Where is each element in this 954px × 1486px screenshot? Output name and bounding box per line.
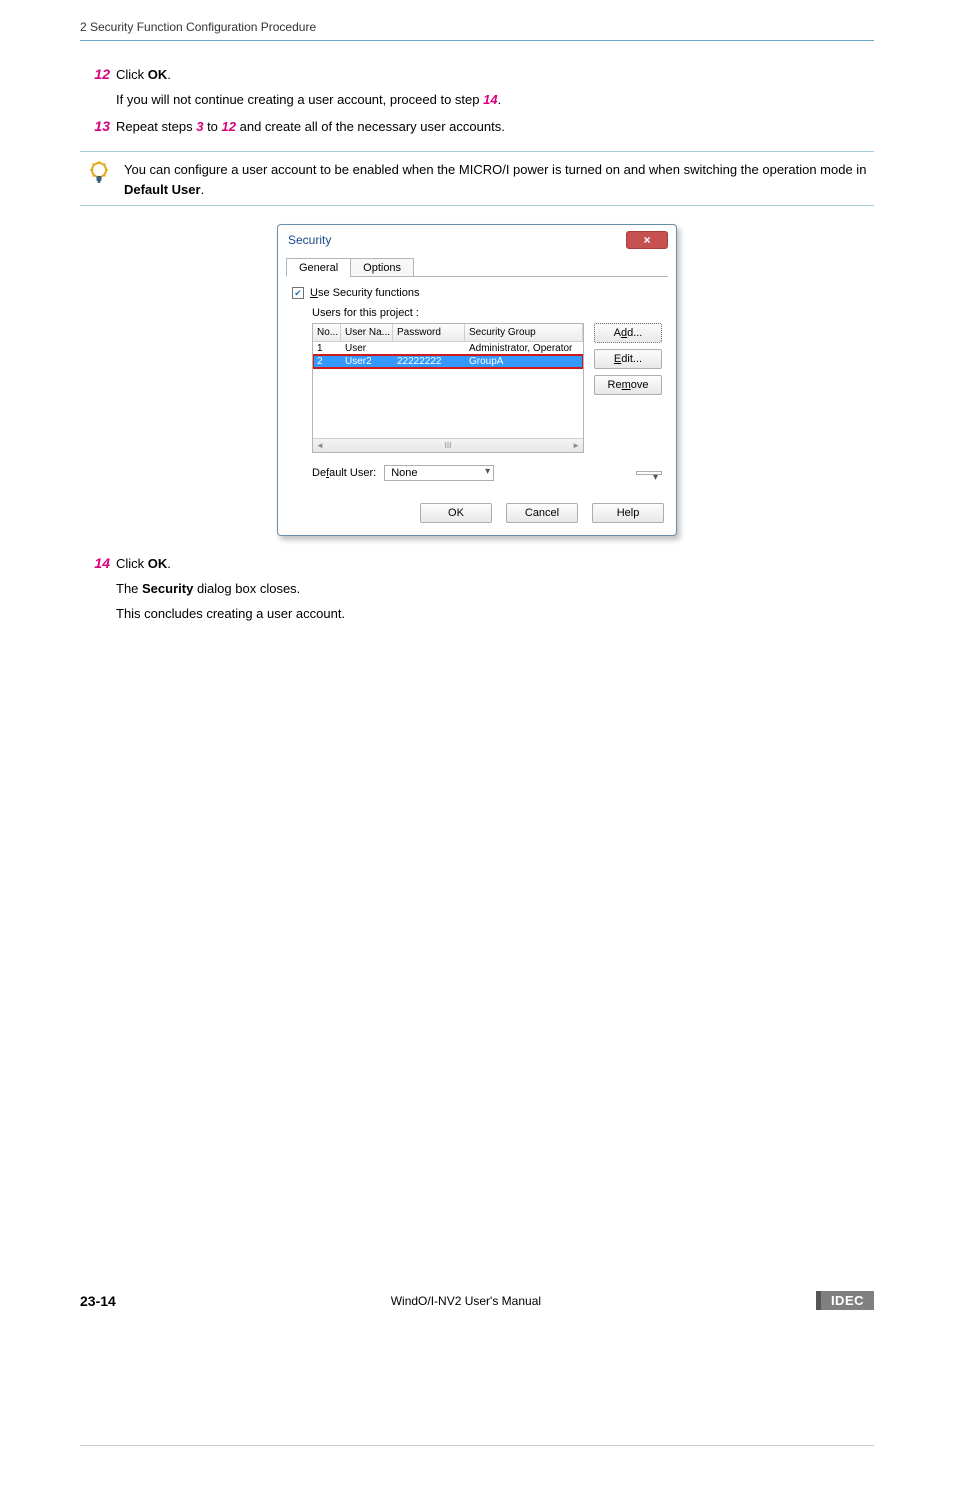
step-subtext-bold: Security — [142, 581, 193, 596]
dialog-title: Security — [288, 233, 331, 247]
col-no[interactable]: No... — [313, 324, 341, 341]
tab-general[interactable]: General — [286, 258, 351, 277]
tip-box: You can configure a user account to be e… — [80, 151, 874, 206]
edit-button[interactable]: Edit... — [594, 349, 662, 369]
help-button[interactable]: Help — [592, 503, 664, 523]
tip-text-bold: Default User — [124, 182, 201, 197]
step-13: 13 Repeat steps 3 to 12 and create all o… — [80, 117, 874, 138]
scroll-right-icon[interactable]: ► — [572, 441, 580, 450]
table-row-selected[interactable]: 2 User2 22222222 GroupA — [313, 355, 583, 368]
step-text: and create all of the necessary user acc… — [236, 119, 505, 134]
step-number: 13 — [80, 118, 110, 134]
lightbulb-icon — [86, 158, 112, 188]
page-number: 23-14 — [80, 1293, 116, 1309]
step-link[interactable]: 12 — [222, 119, 236, 134]
col-pass[interactable]: Password — [393, 324, 465, 341]
step-subtext: dialog box closes. — [193, 581, 300, 596]
manual-title: WindO/I-NV2 User's Manual — [391, 1294, 541, 1308]
step-14: 14 Click OK. The Security dialog box clo… — [80, 554, 874, 624]
tab-strip: General Options — [286, 257, 668, 277]
remove-button[interactable]: Remove — [594, 375, 662, 395]
users-list[interactable]: No... User Na... Password Security Group… — [312, 323, 584, 453]
step-subtext: . — [498, 92, 502, 107]
default-user-select[interactable]: None — [384, 465, 494, 481]
step-text-bold: OK — [148, 556, 168, 571]
scroll-left-icon[interactable]: ◄ — [316, 441, 324, 450]
scroll-thumb[interactable]: III — [445, 441, 452, 450]
step-number: 14 — [80, 555, 110, 571]
section-header: 2 Security Function Configuration Proced… — [80, 0, 874, 41]
col-user[interactable]: User Na... — [341, 324, 393, 341]
step-text: Click — [116, 556, 148, 571]
step-text: . — [167, 556, 171, 571]
table-row[interactable]: 1 User Administrator, Operator — [313, 342, 583, 355]
step-text: to — [203, 119, 221, 134]
step-subtext: If you will not continue creating a user… — [116, 92, 483, 107]
step-text: Click — [116, 67, 148, 82]
security-dialog: Security × General Options Use Security … — [277, 224, 677, 536]
use-security-checkbox[interactable] — [292, 287, 304, 299]
step-link[interactable]: 14 — [483, 92, 497, 107]
ok-button[interactable]: OK — [420, 503, 492, 523]
horizontal-scrollbar[interactable]: ◄ III ► — [313, 438, 583, 452]
tip-text: . — [201, 182, 205, 197]
step-text: . — [167, 67, 171, 82]
add-button[interactable]: Add... — [594, 323, 662, 343]
step-number: 12 — [80, 66, 110, 82]
tip-text: You can configure a user account to be e… — [124, 162, 866, 177]
step-text-bold: OK — [148, 67, 168, 82]
aux-select[interactable] — [636, 471, 662, 475]
close-button[interactable]: × — [626, 231, 668, 249]
users-for-project-label: Users for this project : — [312, 307, 662, 319]
cancel-button[interactable]: Cancel — [506, 503, 578, 523]
use-security-label: Use Security functions — [310, 287, 419, 299]
list-header: No... User Na... Password Security Group — [313, 324, 583, 342]
page-footer: 23-14 WindO/I-NV2 User's Manual IDEC — [0, 1281, 954, 1350]
step-12: 12 Click OK. If you will not continue cr… — [80, 65, 874, 111]
tab-options[interactable]: Options — [350, 258, 414, 277]
brand-badge: IDEC — [816, 1291, 874, 1310]
step-subtext: This concludes creating a user account. — [116, 604, 345, 625]
step-subtext: The — [116, 581, 142, 596]
default-user-label: Default User: — [312, 467, 376, 479]
col-group[interactable]: Security Group — [465, 324, 583, 341]
step-text: Repeat steps — [116, 119, 196, 134]
